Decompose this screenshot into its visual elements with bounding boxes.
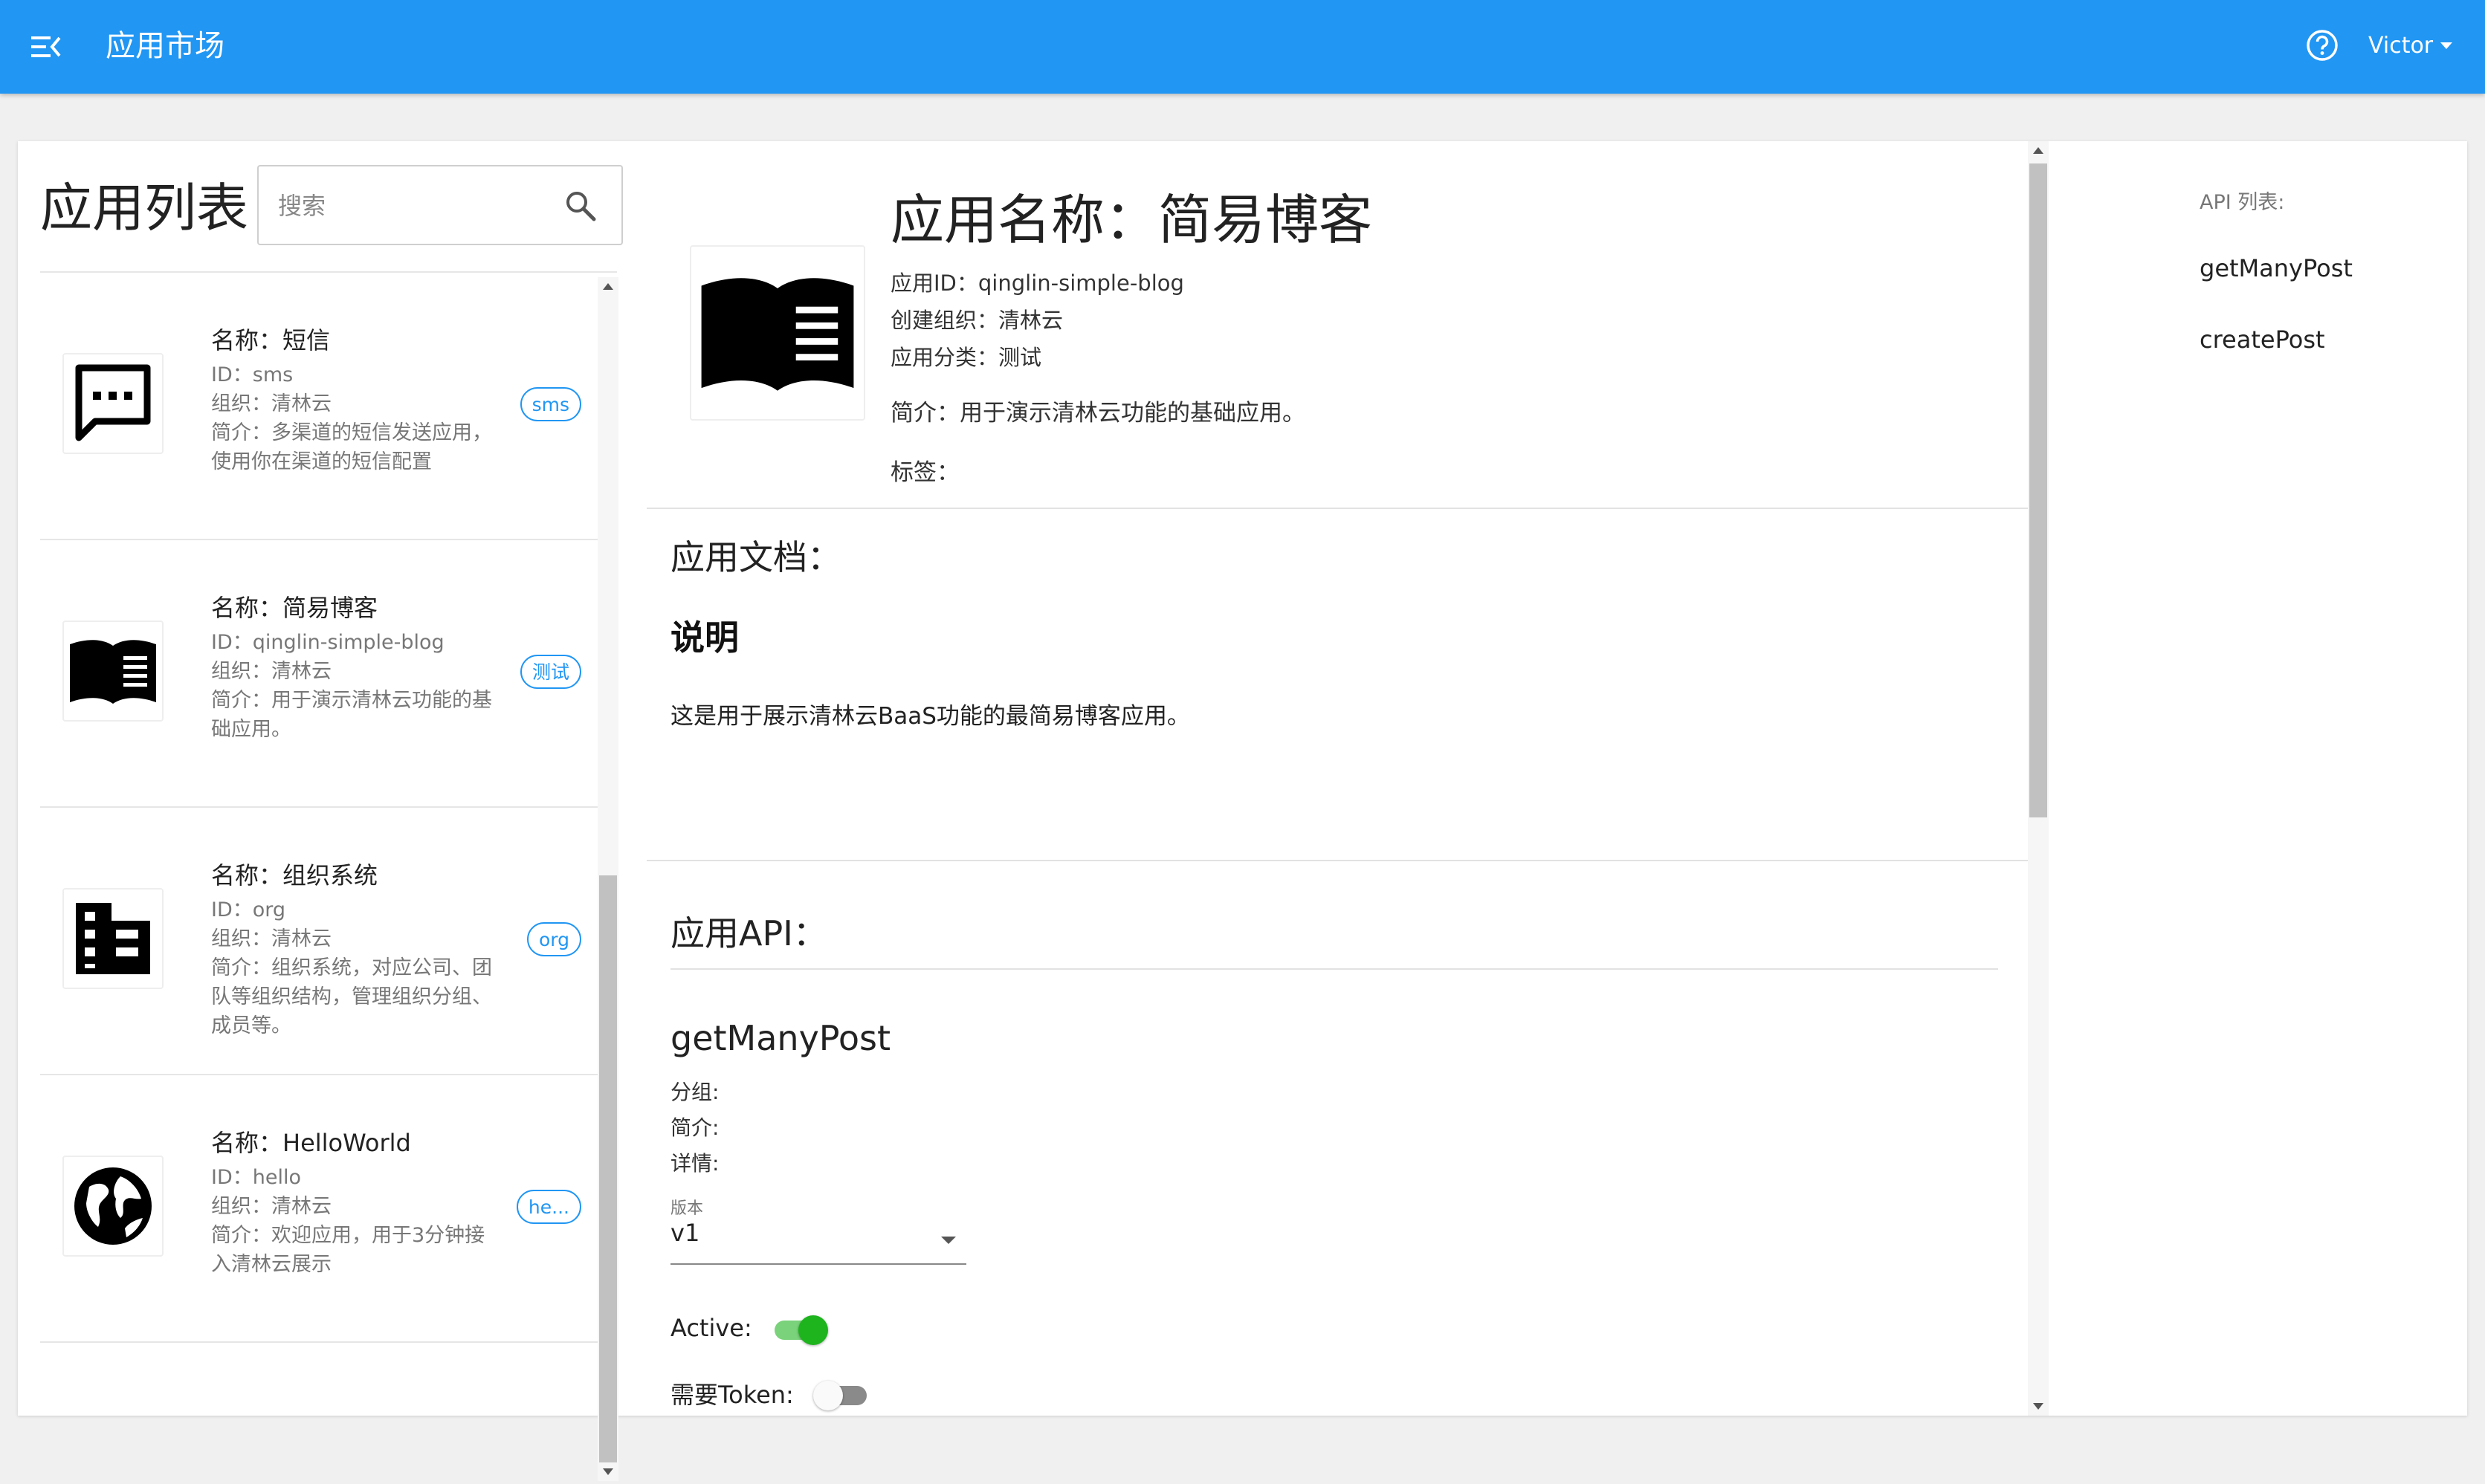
app-id: ID：qinglin-simple-blog bbox=[211, 631, 445, 654]
scrollbar-thumb[interactable] bbox=[599, 875, 617, 1462]
token-row: 需要Token: bbox=[670, 1375, 870, 1412]
api-nav-title: API 列表: bbox=[2200, 191, 2285, 214]
active-row: Active: bbox=[670, 1309, 828, 1347]
scroll-down-icon[interactable] bbox=[603, 1468, 613, 1475]
app-name: 名称：短信 bbox=[211, 326, 331, 354]
app-tag-chip[interactable]: he... bbox=[516, 1190, 581, 1224]
list-item-blog[interactable]: 名称：简易博客 ID：qinglin-simple-blog 组织：清林云 简介… bbox=[40, 540, 617, 808]
app-list-scrollbar[interactable] bbox=[598, 277, 618, 1481]
divider bbox=[647, 860, 2029, 861]
api-name: getManyPost bbox=[670, 1018, 891, 1058]
app-desc: 简介：用于演示清林云功能的基础应用。 bbox=[211, 689, 492, 741]
scroll-up-icon[interactable] bbox=[603, 283, 613, 290]
divider bbox=[670, 968, 1998, 970]
detail-category: 应用分类：测试 bbox=[891, 345, 1042, 370]
scrollbar-thumb[interactable] bbox=[2029, 163, 2047, 817]
app-id: ID：org bbox=[211, 898, 286, 921]
api-nav-item-getmanypost[interactable]: getManyPost bbox=[2200, 254, 2353, 282]
api-detail-label: 详情: bbox=[670, 1151, 720, 1176]
search-icon[interactable] bbox=[563, 189, 598, 223]
version-select[interactable]: v1 bbox=[670, 1219, 966, 1265]
list-item-hello[interactable]: 名称：HelloWorld ID：hello 组织：清林云 简介：欢迎应用，用于… bbox=[40, 1075, 617, 1343]
app-desc: 简介：组织系统，对应公司、团队等组织结构，管理组织分组、成员等。 bbox=[211, 956, 492, 1037]
app-id: ID：hello bbox=[211, 1166, 301, 1189]
api-brief-label: 简介: bbox=[670, 1115, 720, 1140]
detail-app-id: 应用ID：qinglin-simple-blog bbox=[891, 270, 1184, 296]
app-title: 应用市场 bbox=[106, 29, 224, 63]
doc-heading: 说明 bbox=[670, 618, 739, 658]
app-list-heading: 应用列表 bbox=[40, 178, 248, 239]
app-tag-chip[interactable]: org bbox=[526, 922, 581, 956]
app-list-panel: 应用列表 名称：短信 ID：sms bbox=[18, 141, 647, 1481]
menu-open-icon[interactable] bbox=[30, 32, 62, 62]
active-switch[interactable] bbox=[772, 1309, 828, 1347]
api-nav-item-createpost[interactable]: createPost bbox=[2200, 325, 2325, 354]
detail-title: 应用名称：简易博客 bbox=[891, 189, 1373, 251]
app-name: 名称：组织系统 bbox=[211, 861, 378, 890]
app-org: 组织：清林云 bbox=[211, 660, 332, 683]
search-box[interactable] bbox=[257, 165, 623, 245]
domain-icon bbox=[62, 888, 164, 989]
detail-tags-label: 标签： bbox=[891, 459, 960, 486]
doc-section-title: 应用文档： bbox=[670, 537, 841, 577]
message-dots-icon bbox=[62, 353, 164, 454]
api-nav: API 列表: getManyPost createPost bbox=[2060, 141, 2467, 1416]
app-id: ID：sms bbox=[211, 363, 294, 386]
api-section-title: 应用API： bbox=[670, 913, 827, 953]
detail-scrollbar[interactable] bbox=[2028, 141, 2049, 1416]
version-label: 版本 bbox=[670, 1199, 704, 1218]
list-item-org[interactable]: 名称：组织系统 ID：org 组织：清林云 简介：组织系统，对应公司、团队等组织… bbox=[40, 808, 617, 1075]
doc-text: 这是用于展示清林云BaaS功能的最简易博客应用。 bbox=[670, 703, 1190, 730]
book-open-icon bbox=[62, 621, 164, 722]
app-list: 名称：短信 ID：sms 组织：清林云 简介：多渠道的短信发送应用，使用你在渠道… bbox=[40, 271, 617, 1484]
search-input[interactable] bbox=[277, 180, 562, 232]
help-circle-icon[interactable] bbox=[2306, 29, 2339, 62]
user-menu[interactable]: Victor bbox=[2368, 28, 2453, 62]
app-bar: 应用市场 Victor bbox=[0, 0, 2485, 94]
scroll-up-icon[interactable] bbox=[2033, 147, 2043, 154]
user-name: Victor bbox=[2368, 32, 2434, 59]
api-group-label: 分组: bbox=[670, 1080, 720, 1104]
app-desc: 简介：欢迎应用，用于3分钟接入清林云展示 bbox=[211, 1224, 485, 1276]
version-value: v1 bbox=[670, 1219, 700, 1247]
token-label: 需要Token: bbox=[670, 1381, 794, 1409]
app-org: 组织：清林云 bbox=[211, 1195, 332, 1218]
chevron-down-icon bbox=[941, 1237, 956, 1244]
app-tag-chip[interactable]: 测试 bbox=[520, 655, 581, 689]
detail-summary: 简介：用于演示清林云功能的基础应用。 bbox=[891, 400, 1305, 427]
app-name: 名称：HelloWorld bbox=[211, 1129, 411, 1157]
app-org: 组织：清林云 bbox=[211, 392, 332, 415]
detail-creator-org: 创建组织：清林云 bbox=[891, 308, 1064, 333]
list-item-sms[interactable]: 名称：短信 ID：sms 组织：清林云 简介：多渠道的短信发送应用，使用你在渠道… bbox=[40, 273, 617, 540]
scroll-down-icon[interactable] bbox=[2033, 1403, 2043, 1410]
divider bbox=[647, 508, 2029, 509]
book-open-icon bbox=[690, 245, 865, 421]
app-org: 组织：清林云 bbox=[211, 927, 332, 950]
app-desc: 简介：多渠道的短信发送应用，使用你在渠道的短信配置 bbox=[211, 421, 492, 473]
active-label: Active: bbox=[670, 1314, 752, 1342]
app-tag-chip[interactable]: sms bbox=[520, 387, 581, 421]
app-name: 名称：简易博客 bbox=[211, 594, 378, 622]
earth-icon bbox=[62, 1156, 164, 1257]
main-card: 应用列表 名称：短信 ID：sms bbox=[18, 141, 2467, 1481]
token-switch[interactable] bbox=[812, 1375, 870, 1412]
caret-down-icon bbox=[2440, 42, 2453, 49]
app-detail-panel: 应用名称：简易博客 应用ID：qinglin-simple-blog 创建组织：… bbox=[647, 141, 2047, 1416]
